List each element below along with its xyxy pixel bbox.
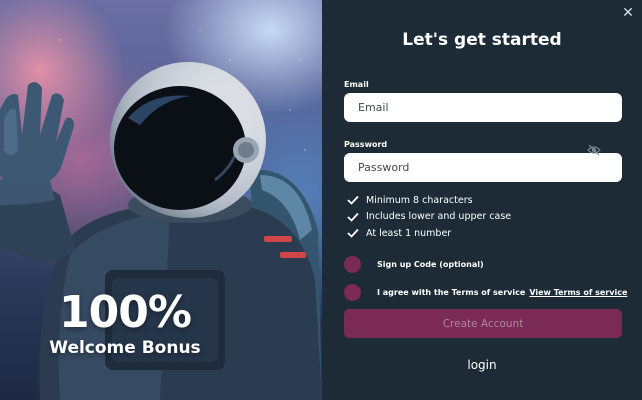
email-label: Email: [344, 80, 369, 89]
password-field[interactable]: [344, 153, 622, 182]
bonus-percent: 100%: [59, 287, 192, 338]
checkmark-icon: [347, 196, 359, 206]
terms-label: I agree with the Terms of service: [377, 288, 526, 297]
signup-panel: ✕ Let's get started Email Password Minim…: [322, 0, 642, 400]
requirement-item: At least 1 number: [347, 225, 511, 242]
eye-off-icon[interactable]: [587, 144, 601, 156]
terms-row: I agree with the Terms of service View T…: [344, 284, 627, 301]
requirement-text: At least 1 number: [366, 227, 452, 239]
signup-code-label: Sign up Code (optional): [377, 260, 484, 269]
password-requirements: Minimum 8 characters Includes lower and …: [347, 192, 511, 242]
requirement-text: Minimum 8 characters: [366, 194, 473, 206]
requirement-item: Includes lower and upper case: [347, 209, 511, 226]
login-link[interactable]: login: [322, 358, 642, 372]
requirement-text: Includes lower and upper case: [366, 211, 512, 223]
checkmark-icon: [347, 212, 359, 222]
checkmark-icon: [347, 229, 359, 239]
form-title: Let's get started: [402, 30, 562, 50]
signup-code-checkbox[interactable]: [344, 256, 361, 273]
create-account-button[interactable]: Create Account: [344, 309, 622, 338]
close-icon[interactable]: ✕: [620, 5, 636, 21]
terms-checkbox[interactable]: [344, 284, 361, 301]
requirement-item: Minimum 8 characters: [347, 192, 511, 209]
view-terms-link[interactable]: View Terms of service: [529, 288, 627, 297]
email-field[interactable]: [344, 93, 622, 122]
password-label: Password: [344, 140, 388, 149]
signup-code-row: Sign up Code (optional): [344, 256, 484, 273]
signup-modal: 100% Welcome Bonus ✕ Let's get started E…: [0, 0, 642, 400]
hero-image: 100% Welcome Bonus: [0, 0, 322, 400]
bonus-label: Welcome Bonus: [49, 338, 201, 358]
